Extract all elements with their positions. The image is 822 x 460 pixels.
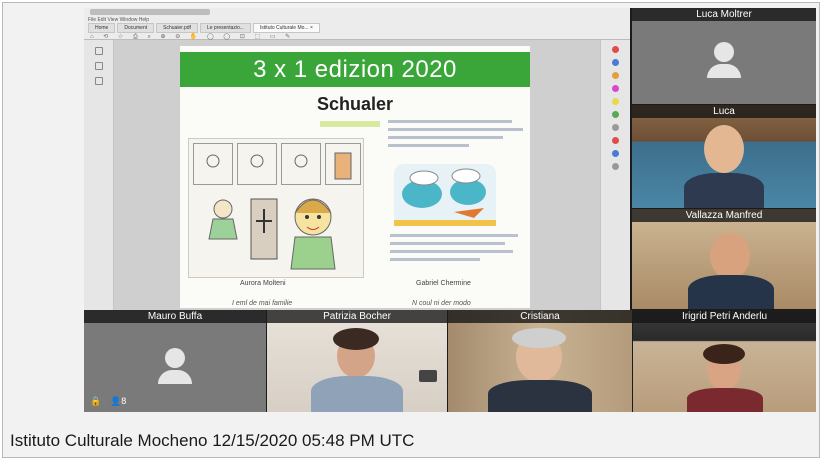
window-title-bar bbox=[90, 9, 210, 15]
sign-icon[interactable] bbox=[612, 85, 619, 92]
document-heading: Schualer bbox=[316, 94, 394, 114]
avatar-body bbox=[158, 370, 192, 384]
shared-screen: File Edit View Window Help Home Document… bbox=[84, 8, 630, 310]
document-banner: 3 x 1 edizion 2020 bbox=[180, 52, 530, 87]
participant-tile[interactable]: Vallazza Manfred bbox=[632, 209, 816, 309]
avatar-icon bbox=[165, 348, 185, 368]
highlight-icon[interactable] bbox=[612, 98, 619, 105]
participant-name: Cristiana bbox=[448, 310, 632, 323]
participants-count-icon[interactable]: 👤8 bbox=[110, 396, 126, 407]
birds-illustration bbox=[394, 168, 496, 226]
photo-caption: Istituto Culturale Mocheno 12/15/2020 05… bbox=[10, 431, 415, 450]
avatar-body bbox=[707, 64, 741, 78]
browser-chrome: File Edit View Window Help Home Document… bbox=[84, 8, 630, 40]
poem-text-block bbox=[390, 234, 518, 266]
right-tool-rail bbox=[600, 40, 630, 310]
comment-icon[interactable] bbox=[612, 72, 619, 79]
participant-tile[interactable]: Mauro Buffa 🔒 👤8 bbox=[84, 310, 266, 412]
avatar-icon bbox=[714, 42, 734, 62]
browser-tab-strip: Home Document Schuaier.pdf Le presentazi… bbox=[84, 23, 320, 33]
participants-count: 8 bbox=[121, 396, 127, 406]
lock-icon[interactable]: 🔒 bbox=[90, 396, 101, 407]
organize-icon[interactable] bbox=[612, 150, 619, 157]
browser-tab[interactable]: Home bbox=[88, 23, 116, 33]
attachment-icon[interactable] bbox=[94, 77, 103, 85]
browser-tab[interactable]: Schuaier.pdf bbox=[156, 23, 198, 33]
bookmark-icon[interactable] bbox=[94, 47, 103, 55]
handwritten-text-block bbox=[388, 120, 523, 152]
export-icon[interactable] bbox=[612, 46, 619, 53]
participant-tile[interactable]: Patrizia Bocher bbox=[267, 310, 447, 412]
child-drawing-illustration bbox=[206, 152, 352, 270]
participant-tile[interactable]: Luca Moltrer bbox=[632, 8, 816, 104]
edit-icon[interactable] bbox=[612, 59, 619, 66]
pdf-page: 3 x 1 edizion 2020 Schualer Aurora Molte… bbox=[180, 46, 530, 308]
participant-name: Luca bbox=[632, 105, 816, 118]
participant-name: Mauro Buffa bbox=[84, 310, 266, 323]
highlight-mark bbox=[320, 121, 380, 127]
share-icon[interactable] bbox=[612, 111, 619, 118]
caption-title-left: I eml de mai familie bbox=[232, 300, 293, 307]
participant-name: Vallazza Manfred bbox=[632, 209, 816, 222]
comic-drawing bbox=[188, 138, 364, 278]
participant-name: Irigrid Petri Anderlu bbox=[633, 310, 816, 323]
participant-tile[interactable]: Luca bbox=[632, 105, 816, 208]
caption-author-left: Aurora Molteni bbox=[240, 280, 286, 287]
page-thumbnail-icon[interactable] bbox=[94, 62, 103, 70]
pdf-toolbar[interactable]: ⌂ ⟲ ☆ ⎙ ⌕ ⊕ ⊖ ✋ ◯ ◯ ⊡ ⬚ ▭ ✎ bbox=[90, 33, 294, 41]
caption-title-right: N coul ni der modo bbox=[412, 300, 471, 307]
left-tool-rail bbox=[84, 40, 114, 310]
caption-author-right: Gabriel Chermine bbox=[416, 280, 471, 287]
browser-tab[interactable]: Le presentazio... bbox=[199, 23, 251, 33]
more-tools-icon[interactable] bbox=[612, 163, 619, 170]
tools-icon[interactable] bbox=[612, 124, 619, 131]
browser-tab[interactable]: Document bbox=[117, 23, 155, 33]
participant-name: Patrizia Bocher bbox=[267, 310, 447, 323]
participant-tile[interactable]: Irigrid Petri Anderlu bbox=[633, 310, 816, 412]
video-call-window: File Edit View Window Help Home Document… bbox=[84, 8, 816, 412]
browser-tab-active[interactable]: Istituto Culturale Mo... × bbox=[252, 23, 320, 33]
birds-drawing bbox=[394, 164, 496, 226]
phone-in-background bbox=[419, 370, 437, 382]
participant-name: Luca Moltrer bbox=[632, 8, 816, 21]
protect-icon[interactable] bbox=[612, 137, 619, 144]
document-banner-title: 3 x 1 edizion 2020 bbox=[253, 55, 457, 83]
participant-tile[interactable]: Cristiana bbox=[448, 310, 632, 412]
